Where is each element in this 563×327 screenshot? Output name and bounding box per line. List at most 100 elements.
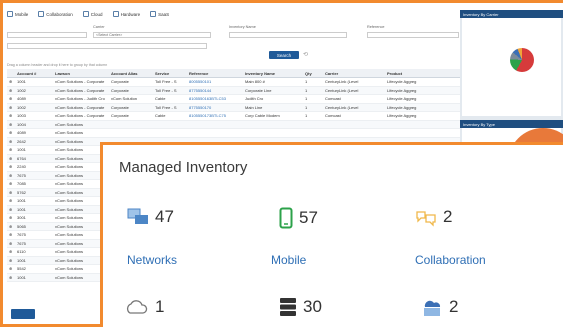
row-expand-icon[interactable]: ⊕ xyxy=(7,258,15,263)
row-expand-icon[interactable]: ⊕ xyxy=(7,181,15,186)
relation-select[interactable] xyxy=(7,32,87,38)
table-cell: 1001 xyxy=(17,274,26,280)
row-expand-icon[interactable]: ⊕ xyxy=(7,147,15,152)
table-cell: 1 xyxy=(305,113,308,119)
table-row[interactable]: ⊕ 4089 vCom Solutions - Judith Cro vCom Sol… xyxy=(7,95,462,104)
table-cell: Corporate Line xyxy=(245,87,272,93)
row-expand-icon[interactable]: ⊕ xyxy=(7,113,15,118)
toolbar-label: Collaboration xyxy=(46,11,73,17)
tile-label-mobile[interactable]: Mobile xyxy=(271,253,306,267)
table-cell[interactable]: 8005550101 xyxy=(187,79,243,84)
table-cell: 7675 xyxy=(17,232,26,238)
table-cell: Toll Free - S xyxy=(155,87,177,93)
table-cell: 6764 xyxy=(17,155,26,161)
row-expand-icon[interactable]: ⊕ xyxy=(7,224,15,229)
row-expand-icon[interactable]: ⊕ xyxy=(7,232,15,237)
toolbar-saas[interactable]: SaaS xyxy=(150,11,169,17)
row-expand-icon[interactable]: ⊕ xyxy=(7,266,15,271)
row-expand-icon[interactable]: ⊕ xyxy=(7,105,15,110)
table-cell: 5762 xyxy=(17,189,26,195)
toolbar-cloud[interactable]: Cloud xyxy=(82,11,103,17)
pager[interactable] xyxy=(11,309,35,319)
tile-saas[interactable]: 2 xyxy=(421,297,458,317)
toolbar-mobile[interactable]: Mobile xyxy=(7,11,28,17)
row-expand-icon[interactable]: ⊕ xyxy=(7,173,15,178)
toolbar-label: SaaS xyxy=(158,11,170,17)
table-cell: 2642 xyxy=(17,138,26,144)
column-header[interactable]: Qty xyxy=(303,71,323,76)
column-header[interactable]: Service xyxy=(153,71,187,76)
filter-panel: Carrier <Select Carrier> Inventory Name … xyxy=(7,23,462,49)
toolbar-collaboration[interactable]: Collaboration xyxy=(38,11,73,17)
column-header[interactable]: Reference xyxy=(187,71,243,76)
row-expand-icon[interactable]: ⊕ xyxy=(7,79,15,84)
row-expand-icon[interactable]: ⊕ xyxy=(7,122,15,127)
column-header[interactable]: Inventory Name xyxy=(243,71,303,76)
inventory-name-input[interactable] xyxy=(229,32,347,38)
column-header[interactable]: Account Alias xyxy=(109,71,153,76)
cloud-icon xyxy=(82,11,89,17)
row-expand-icon[interactable]: ⊕ xyxy=(7,275,15,280)
table-header: Account # Lawson Account Alias Service Refer… xyxy=(7,69,462,78)
table-cell: 1001 xyxy=(17,206,26,212)
table-cell[interactable]: 8775550144 xyxy=(187,88,243,93)
table-cell[interactable]: 8105550173BTLC75 xyxy=(187,113,243,118)
toolbar-hardware[interactable]: Hardware xyxy=(112,11,140,17)
table-cell: 7675 xyxy=(17,240,26,246)
table-row[interactable]: ⊕ 1002 vCom Solutions - Corporate Corporate… xyxy=(7,86,462,95)
toolbar-label: Mobile xyxy=(15,11,29,17)
tile-mobile[interactable]: 57 xyxy=(279,207,318,229)
table-cell[interactable]: 8775550170 xyxy=(187,105,243,110)
table-row[interactable]: ⊕ 4089 vCom Solutions xyxy=(7,129,462,138)
tile-count: 30 xyxy=(303,297,322,316)
table-row[interactable]: ⊕ 1003 vCom Solutions - Corporate Corporate… xyxy=(7,112,462,121)
row-expand-icon[interactable]: ⊕ xyxy=(7,215,15,220)
reference-input[interactable] xyxy=(367,32,459,38)
row-expand-icon[interactable]: ⊕ xyxy=(7,96,15,101)
table-cell[interactable]: 8105550163BTLC53 xyxy=(187,96,243,101)
row-expand-icon[interactable]: ⊕ xyxy=(7,198,15,203)
table-cell: Corporate xyxy=(111,113,129,119)
table-cell: Judith Cro xyxy=(245,96,264,102)
column-header[interactable]: Account # xyxy=(15,71,53,76)
tile-label-collaboration[interactable]: Collaboration xyxy=(415,253,486,267)
table-cell: 7085 xyxy=(17,181,26,187)
carrier-select[interactable]: <Select Carrier> xyxy=(93,32,211,38)
row-expand-icon[interactable]: ⊕ xyxy=(7,190,15,195)
row-expand-icon[interactable]: ⊕ xyxy=(7,88,15,93)
table-cell: CenturyLink (Level xyxy=(325,104,359,110)
table-row[interactable]: ⊕ 1002 vCom Solutions - Corporate Corporate… xyxy=(7,103,462,112)
table-cell: 1 xyxy=(305,96,308,102)
tile-hardware[interactable]: 30 xyxy=(279,297,322,317)
tile-count: 2 xyxy=(449,297,459,316)
table-cell: 1001 xyxy=(17,79,26,85)
reset-icon[interactable]: ⟲ xyxy=(303,51,308,58)
row-expand-icon[interactable]: ⊕ xyxy=(7,207,15,212)
row-expand-icon[interactable]: ⊕ xyxy=(7,130,15,135)
table-row[interactable]: ⊕ 1001 vCom Solutions - Corporate Corporate… xyxy=(7,78,462,87)
carrier-pie xyxy=(510,48,534,72)
row-expand-icon[interactable]: ⊕ xyxy=(7,156,15,161)
table-row[interactable]: ⊕ 1004 vCom Solutions xyxy=(7,120,462,129)
group-hint: Drag a column header and drop it here to… xyxy=(7,63,108,67)
tile-networks[interactable]: 47 xyxy=(127,207,174,227)
tile-label-networks[interactable]: Networks xyxy=(127,253,177,267)
table-cell: vCom Solutions xyxy=(55,121,84,127)
table-cell: Lifecycle Aggreg xyxy=(387,104,417,110)
row-expand-icon[interactable]: ⊕ xyxy=(7,241,15,246)
table-cell: Lifecycle Aggreg xyxy=(387,96,417,102)
row-expand-icon[interactable]: ⊕ xyxy=(7,139,15,144)
tile-collaboration[interactable]: 2 xyxy=(415,207,452,227)
table-cell: 3001 xyxy=(17,215,26,221)
search-row: Search ⟲ Drag a column header and drop i… xyxy=(7,49,462,67)
by-type-header: Inventory By Type xyxy=(460,120,563,128)
tile-cloud[interactable]: 1 xyxy=(125,297,164,317)
column-header[interactable]: Carrier xyxy=(323,71,385,76)
search-button[interactable]: Search xyxy=(269,51,299,59)
column-header[interactable]: Lawson xyxy=(53,71,109,76)
collaboration-icon xyxy=(416,211,436,227)
column-header[interactable]: Product xyxy=(385,71,445,76)
table-cell: Corporate xyxy=(111,87,129,93)
row-expand-icon[interactable]: ⊕ xyxy=(7,249,15,254)
row-expand-icon[interactable]: ⊕ xyxy=(7,164,15,169)
